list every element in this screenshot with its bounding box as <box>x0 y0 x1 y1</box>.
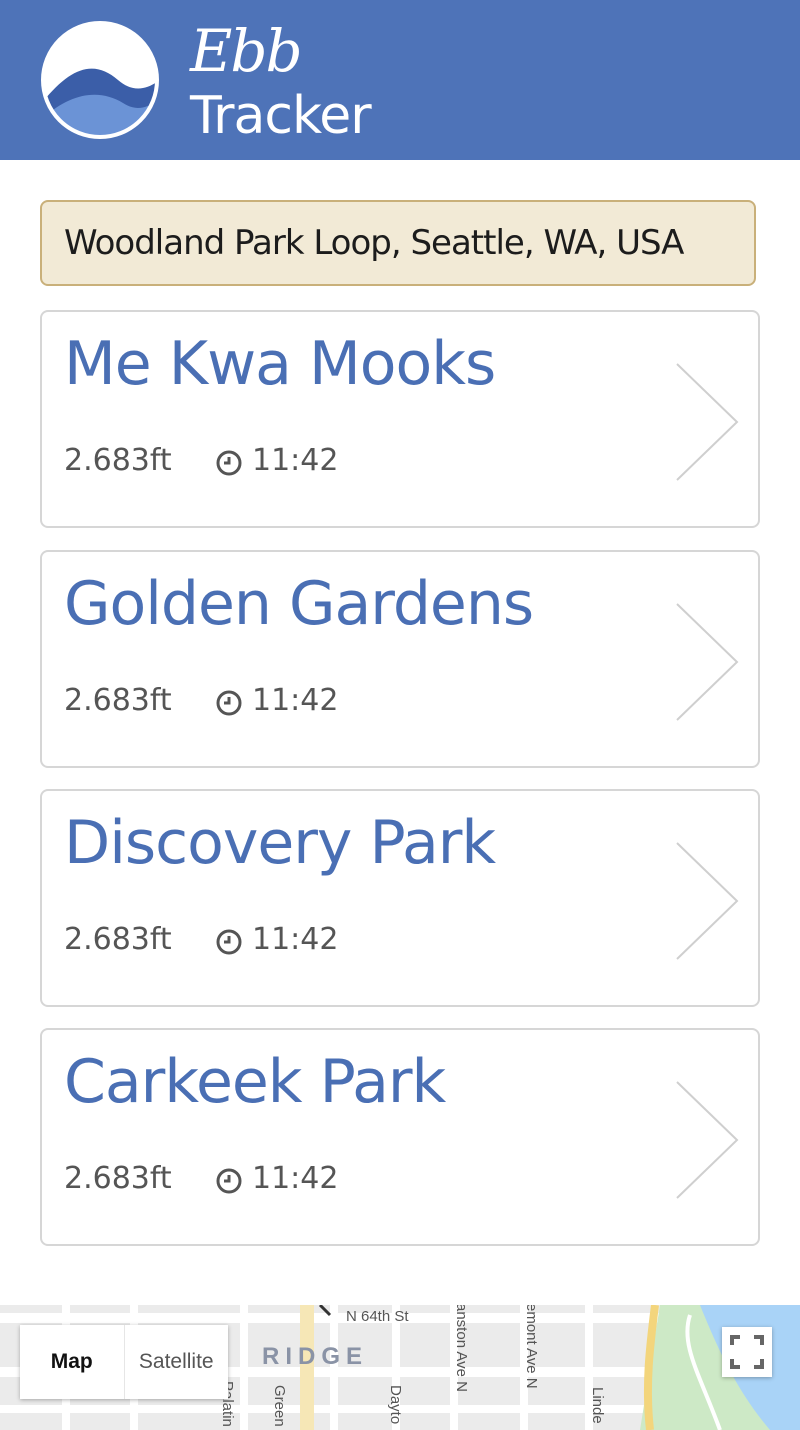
fullscreen-icon <box>730 1335 764 1369</box>
tide-height: 2.683ft <box>64 443 172 478</box>
beach-name: Me Kwa Mooks <box>64 329 496 399</box>
location-input[interactable]: Woodland Park Loop, Seattle, WA, USA <box>40 200 756 286</box>
tide-height: 2.683ft <box>64 922 172 957</box>
beach-card-golden-gardens[interactable]: Golden Gardens 2.683ft 11:42 <box>40 550 760 768</box>
beach-name: Discovery Park <box>64 808 496 878</box>
beach-name: Golden Gardens <box>64 569 534 639</box>
chevron-right-icon <box>676 603 739 721</box>
map-type-map-button[interactable]: Map <box>20 1325 125 1399</box>
map-type-satellite-button[interactable]: Satellite <box>125 1325 229 1399</box>
map-label-street: emont Ave N <box>523 1305 540 1389</box>
map-label-street: Linde <box>589 1387 606 1424</box>
map-label-street: N 64th St <box>346 1308 409 1325</box>
chevron-right-icon <box>676 842 739 960</box>
map-label-neighborhood: RIDGE <box>262 1343 369 1370</box>
brand-script-text: Ebb <box>190 17 303 85</box>
tide-time: 11:42 <box>252 1161 339 1196</box>
beach-card-me-kwa-mooks[interactable]: Me Kwa Mooks 2.683ft 11:42 <box>40 310 760 528</box>
tide-time: 11:42 <box>252 683 339 718</box>
brand-word-text: Tracker <box>190 86 372 146</box>
map-label-street: anston Ave N <box>453 1305 470 1392</box>
fullscreen-button[interactable] <box>722 1327 772 1377</box>
tide-time: 11:42 <box>252 922 339 957</box>
map-label-street: Green <box>271 1385 288 1427</box>
map-type-toggle: Map Satellite <box>20 1325 228 1399</box>
beach-card-discovery-park[interactable]: Discovery Park 2.683ft 11:42 <box>40 789 760 1007</box>
clock-icon <box>216 690 242 716</box>
wave-logo-icon <box>41 21 159 139</box>
location-value: Woodland Park Loop, Seattle, WA, USA <box>64 223 684 263</box>
beach-card-carkeek-park[interactable]: Carkeek Park 2.683ft 11:42 <box>40 1028 760 1246</box>
map-view[interactable]: N 64th St RIDGE anston Ave N emont Ave N… <box>0 1305 800 1430</box>
beach-name: Carkeek Park <box>64 1047 446 1117</box>
app-header: Ebb Tracker <box>0 0 800 160</box>
clock-icon <box>216 929 242 955</box>
map-label-street: Dayto <box>387 1385 404 1425</box>
clock-icon <box>216 450 242 476</box>
chevron-right-icon <box>676 1081 739 1199</box>
clock-icon <box>216 1168 242 1194</box>
chevron-right-icon <box>676 363 739 481</box>
tide-time: 11:42 <box>252 443 339 478</box>
tide-height: 2.683ft <box>64 1161 172 1196</box>
tide-height: 2.683ft <box>64 683 172 718</box>
